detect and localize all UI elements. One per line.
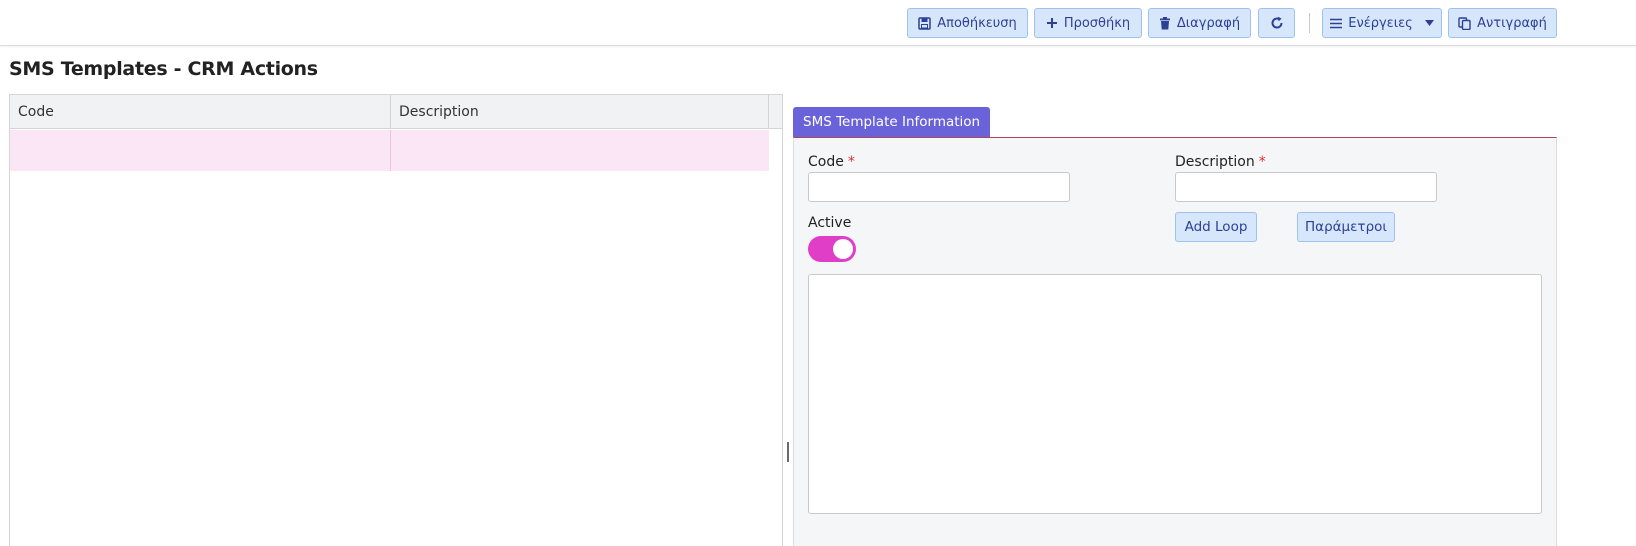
cell-code[interactable] — [10, 130, 391, 171]
copy-icon — [1458, 16, 1471, 30]
splitter-handle[interactable] — [787, 442, 789, 462]
delete-button-label: Διαγραφή — [1176, 15, 1241, 31]
page-title: SMS Templates - CRM Actions — [9, 58, 318, 80]
actions-button-label: Ενέργειες — [1348, 15, 1413, 31]
actions-dropdown-button[interactable]: Ενέργειες — [1322, 8, 1442, 38]
active-label: Active — [808, 215, 852, 231]
add-button[interactable]: Προσθήκη — [1034, 8, 1142, 38]
refresh-button[interactable] — [1258, 8, 1295, 38]
copy-button[interactable]: Αντιγραφή — [1448, 8, 1557, 38]
trash-icon — [1159, 16, 1171, 30]
add-button-label: Προσθήκη — [1063, 15, 1131, 31]
column-header-code[interactable]: Code — [10, 95, 391, 129]
delete-button[interactable]: Διαγραφή — [1148, 8, 1251, 38]
refresh-icon — [1270, 16, 1284, 30]
toolbar-separator — [1309, 13, 1310, 33]
template-form-panel: SMS Template Information Code * Descripti… — [793, 107, 1557, 546]
table-row[interactable] — [10, 130, 769, 171]
parameters-button[interactable]: Παράμετροι — [1297, 212, 1395, 242]
description-field[interactable] — [1175, 172, 1437, 202]
templates-grid: Code Description — [9, 94, 783, 546]
caret-down-icon — [1424, 20, 1434, 26]
save-icon — [918, 16, 931, 30]
template-body-editor[interactable] — [808, 274, 1542, 514]
column-header-filler — [769, 95, 782, 129]
copy-button-label: Αντιγραφή — [1477, 15, 1547, 31]
code-field[interactable] — [808, 172, 1070, 202]
save-button-label: Αποθήκευση — [937, 15, 1017, 31]
plus-icon — [1046, 17, 1058, 29]
active-toggle[interactable] — [808, 236, 856, 262]
description-label: Description * — [1175, 154, 1266, 170]
form-body: Code * Description * Active Add Loop Παράμ… — [793, 137, 1557, 546]
required-mark: * — [1258, 154, 1266, 170]
top-toolbar: Αποθήκευση Προσθήκη Διαγραφή Ενέργειες Α… — [0, 0, 1636, 46]
description-label-text: Description — [1175, 154, 1255, 170]
code-label-text: Code — [808, 154, 844, 170]
grid-header: Code Description — [10, 95, 782, 129]
code-label: Code * — [808, 154, 855, 170]
toggle-knob — [833, 239, 853, 259]
cell-description[interactable] — [391, 130, 769, 171]
save-button[interactable]: Αποθήκευση — [907, 8, 1028, 38]
menu-icon — [1330, 18, 1343, 29]
add-loop-button[interactable]: Add Loop — [1175, 212, 1257, 242]
tab-sms-template-information[interactable]: SMS Template Information — [793, 107, 991, 137]
column-header-description[interactable]: Description — [391, 95, 769, 129]
required-mark: * — [847, 154, 855, 170]
